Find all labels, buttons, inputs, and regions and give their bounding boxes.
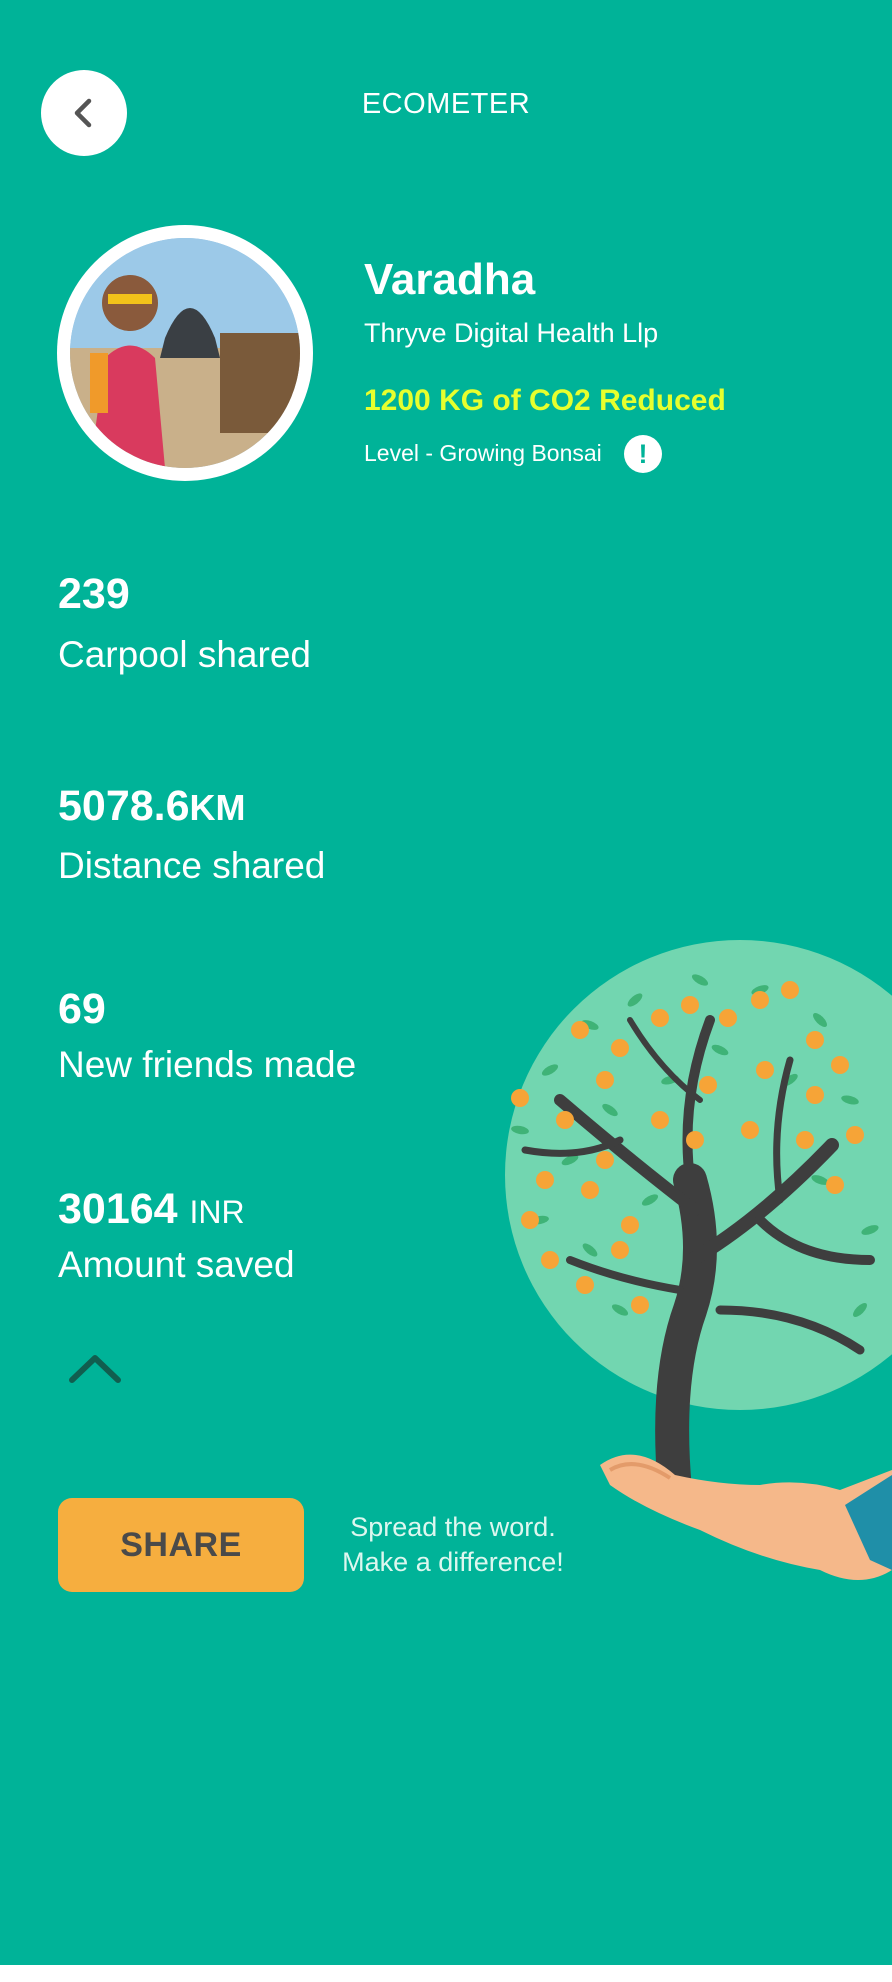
stat-friends-value: 69 (58, 985, 106, 1033)
profile-company: Thryve Digital Health Llp (364, 318, 659, 348)
tree-in-hand-illustration (505, 940, 892, 1580)
stat-friends-label: New friends made (58, 1044, 357, 1085)
profile-name: Varadha (364, 255, 536, 304)
chevron-up-icon[interactable] (66, 1350, 124, 1386)
stat-amount-label: Amount saved (58, 1244, 295, 1285)
stat-amount-unit: INR (189, 1194, 245, 1230)
stat-amount-value: 30164 INR (58, 1185, 245, 1233)
page-title: ECOMETER (361, 88, 531, 120)
info-icon[interactable]: ! (624, 435, 662, 473)
stat-distance-label: Distance shared (58, 845, 326, 886)
stat-carpool-label: Carpool shared (58, 634, 311, 675)
share-button[interactable]: SHARE (58, 1498, 304, 1592)
avatar (70, 238, 300, 468)
stat-carpool-value: 239 (58, 570, 130, 618)
stat-distance-value: 5078.6KM (58, 782, 246, 830)
ecometer-screen: ECOMETER Varadha Thryve Digital Health L… (0, 0, 892, 1965)
co2-reduced: 1200 KG of CO2 Reduced (364, 384, 726, 417)
stat-distance-unit: KM (189, 787, 246, 828)
level-text: Level - Growing Bonsai (364, 440, 602, 466)
